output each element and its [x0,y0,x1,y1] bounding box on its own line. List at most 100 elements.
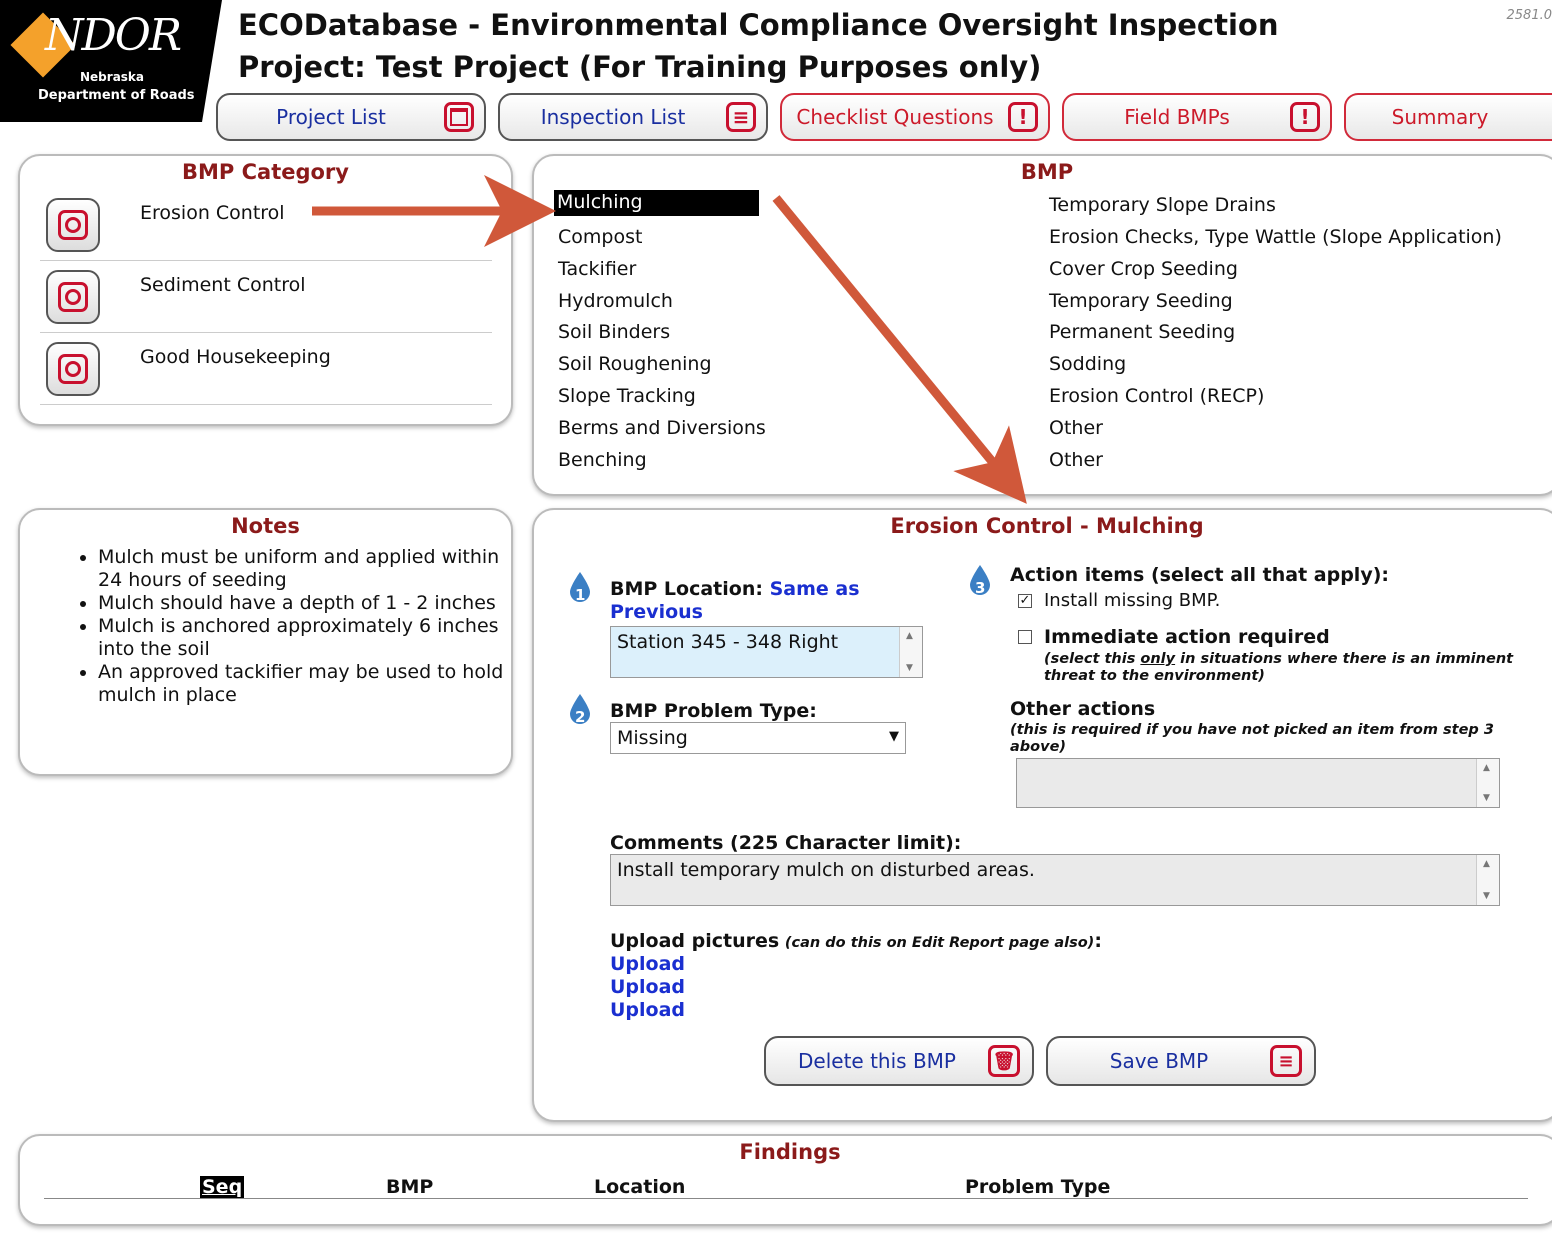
bmp-item-temporary-slope-drains[interactable]: Temporary Slope Drains [1049,194,1276,216]
bmp-category-title: BMP Category [182,160,349,184]
bmp-item-permanent-seeding[interactable]: Permanent Seeding [1049,321,1235,343]
location-value: Station 345 - 348 Right [617,631,839,653]
project-title: Project: Test Project (For Training Purp… [238,50,1042,84]
logo-line-1: Nebraska [80,70,145,84]
alert-icon: ! [1290,102,1320,132]
logo-text: NDOR [45,10,182,61]
note-item: An approved tackifier may be used to hol… [98,661,518,707]
immediate-action-label: Immediate action required [1044,626,1330,648]
category-label: Sediment Control [140,274,306,296]
problem-type-label: BMP Problem Type: [610,700,817,722]
other-actions-scrollbar[interactable] [1476,759,1499,807]
bmp-item-tackifier[interactable]: Tackifier [558,258,636,280]
bmp-item-soil-roughening[interactable]: Soil Roughening [558,353,712,375]
nav-summary-button[interactable]: Summary [1344,93,1552,141]
bmp-panel: BMP Mulching Compost Tackifier Hydromulc… [532,154,1552,496]
problem-type-select[interactable]: Missing ▼ [610,722,906,754]
findings-header-divider [44,1198,1528,1199]
column-location: Location [594,1176,686,1198]
window-icon [444,102,474,132]
immediate-action-note: (select this only in situations where th… [1044,651,1524,685]
bmp-item-berms-and-diversions[interactable]: Berms and Diversions [558,417,766,439]
upload-link-1[interactable]: Upload [610,953,685,975]
nav-project-list-label: Project List [276,105,386,129]
select-good-housekeeping-button[interactable] [46,342,100,396]
comments-input[interactable]: Install temporary mulch on disturbed are… [610,854,1500,906]
immediate-note-a: (select this [1044,651,1141,667]
install-missing-checkbox[interactable]: ✓ [1018,594,1032,608]
note-item: Mulch should have a depth of 1 - 2 inche… [98,592,518,615]
bmp-item-benching[interactable]: Benching [558,449,647,471]
category-row-good-housekeeping[interactable]: Good Housekeeping [40,334,492,405]
step-2-number: 2 [575,708,586,726]
bmp-item-sodding[interactable]: Sodding [1049,353,1126,375]
bmp-item-mulching[interactable]: Mulching [554,190,759,216]
select-sediment-control-button[interactable] [46,270,100,324]
location-input[interactable]: Station 345 - 348 Right [610,626,923,678]
column-bmp: BMP [386,1176,434,1198]
dropdown-arrow-icon: ▼ [889,729,899,744]
nav-checklist-questions-button[interactable]: Checklist Questions ! [780,93,1050,141]
nav-field-bmps-label: Field BMPs [1124,105,1230,129]
bmp-detail-panel: Erosion Control - Mulching 1 BMP Locatio… [532,508,1552,1122]
nav-inspection-list-button[interactable]: Inspection List ≡ [498,93,768,141]
problem-type-value: Missing [617,727,688,749]
other-actions-label: Other actions [1010,698,1156,720]
step-1-number: 1 [575,586,586,604]
nav-inspection-list-label: Inspection List [540,105,686,129]
target-icon [58,354,88,384]
bmp-item-slope-tracking[interactable]: Slope Tracking [558,385,696,407]
notes-list: Mulch must be uniform and applied within… [78,546,518,707]
bmp-item-temporary-seeding[interactable]: Temporary Seeding [1049,290,1233,312]
step-3-number: 3 [975,579,986,597]
upload-link-3[interactable]: Upload [610,999,685,1021]
comments-label: Comments (225 Character limit): [610,832,962,854]
nav-field-bmps-button[interactable]: Field BMPs ! [1062,93,1332,141]
alert-icon: ! [1008,102,1038,132]
select-erosion-control-button[interactable] [46,198,100,252]
top-bar: NDOR Nebraska Department of Roads ECODat… [0,0,1552,150]
location-scrollbar[interactable] [899,627,922,677]
comments-value: Install temporary mulch on disturbed are… [617,859,1035,881]
save-bmp-button[interactable]: Save BMP ≡ [1046,1036,1316,1086]
delete-bmp-button[interactable]: Delete this BMP 🗑 [764,1036,1034,1086]
bmp-item-hydromulch[interactable]: Hydromulch [558,290,673,312]
bmp-item-cover-crop-seeding[interactable]: Cover Crop Seeding [1049,258,1238,280]
notes-panel: Notes Mulch must be uniform and applied … [18,508,513,776]
list-icon: ≡ [726,102,756,132]
location-label-block: BMP Location: Same as Previous [610,578,890,624]
nav-summary-label: Summary [1391,105,1489,129]
target-icon [58,282,88,312]
category-row-sediment-control[interactable]: Sediment Control [40,262,492,333]
location-label: BMP Location: [610,578,763,600]
category-label: Erosion Control [140,202,285,224]
save-bmp-label: Save BMP [1109,1049,1209,1073]
bmp-category-panel: BMP Category Erosion Control Sediment Co… [18,154,513,426]
save-icon: ≡ [1270,1045,1302,1077]
immediate-action-checkbox[interactable] [1018,630,1032,644]
app-title: ECODatabase - Environmental Compliance O… [238,8,1279,42]
delete-bmp-label: Delete this BMP [798,1049,956,1073]
category-row-erosion-control[interactable]: Erosion Control [40,190,492,261]
bmp-item-erosion-checks-wattle[interactable]: Erosion Checks, Type Wattle (Slope Appli… [1049,226,1502,248]
comments-scrollbar[interactable] [1476,855,1499,905]
logo-line-2: Department of Roads [38,88,195,103]
column-problem-type: Problem Type [965,1176,1111,1198]
findings-title: Findings [739,1140,841,1164]
other-actions-input[interactable] [1016,758,1500,808]
nav-checklist-questions-label: Checklist Questions [796,105,994,129]
bmp-item-other[interactable]: Other [1049,449,1103,471]
target-icon [58,210,88,240]
bmp-item-soil-binders[interactable]: Soil Binders [558,321,670,343]
nav-project-list-button[interactable]: Project List [216,93,486,141]
install-missing-label: Install missing BMP. [1044,590,1221,611]
immediate-note-only: only [1140,651,1176,667]
bmp-item-erosion-control-recp[interactable]: Erosion Control (RECP) [1049,385,1264,407]
ndor-logo: NDOR Nebraska Department of Roads [0,0,222,122]
bmp-item-other[interactable]: Other [1049,417,1103,439]
notes-title: Notes [231,514,300,538]
upload-pictures-note: (can do this on Edit Report page also) [784,935,1095,951]
upload-link-2[interactable]: Upload [610,976,685,998]
bmp-item-compost[interactable]: Compost [558,226,642,248]
column-seq[interactable]: Seq [200,1176,245,1198]
